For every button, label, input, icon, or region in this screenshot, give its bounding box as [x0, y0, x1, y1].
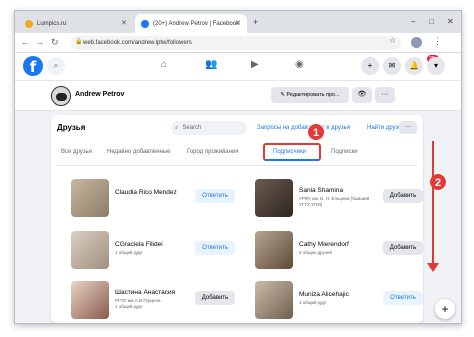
friend-photo[interactable]: [71, 231, 109, 269]
messenger-icon[interactable]: ✉: [383, 57, 401, 75]
create-icon[interactable]: +: [361, 57, 379, 75]
friends-search-input[interactable]: ⌕ Search: [171, 121, 247, 135]
tab-title: Lumpics.ru: [37, 20, 67, 27]
friends-title: Друзья: [57, 123, 86, 132]
browser-menu-icon[interactable]: ⋮: [433, 36, 442, 47]
list-item: CGraciela Filidei 1 общий друг Ответить: [71, 231, 241, 271]
browser-tab-lumpics[interactable]: Lumpics.ru ✕: [19, 14, 133, 33]
avatar[interactable]: [51, 86, 71, 106]
bookmark-star-icon[interactable]: ☆: [389, 36, 396, 45]
close-tab-icon[interactable]: ✕: [121, 19, 127, 27]
groups-icon[interactable]: ◉: [295, 59, 304, 70]
maximize-button[interactable]: □: [429, 17, 434, 26]
close-window-button[interactable]: ✕: [447, 17, 454, 26]
browser-window: Lumpics.ru ✕ (20+) Andrew Petrov | Faceb…: [14, 10, 462, 324]
list-item: Muniza Alicehajic 1 общий друг Ответить: [255, 281, 425, 321]
friend-name[interactable]: CGraciela Filidei: [115, 241, 163, 248]
tab-recently-added[interactable]: Недавно добавленные: [107, 149, 171, 155]
respond-button[interactable]: Ответить: [195, 189, 235, 203]
lumpics-favicon-icon: [25, 19, 33, 28]
friend-subtitle: 5 общих друзей: [299, 250, 332, 255]
tab-all-friends[interactable]: Все друзья: [61, 149, 92, 155]
friend-subtitle: РГПУ им.А.И.Герцена 1 общий друг: [115, 298, 161, 309]
close-tab-icon[interactable]: ✕: [235, 19, 241, 27]
friends-card: Друзья ⌕ Search Запросы на добавление в …: [51, 115, 423, 323]
friend-subtitle: УРФУ им. Б. Н. Ельцина (бывший УГТУ-УПИ): [299, 196, 370, 207]
add-friend-button[interactable]: Добавить: [383, 241, 423, 255]
friend-photo[interactable]: [71, 281, 109, 319]
respond-button[interactable]: Ответить: [195, 241, 235, 255]
new-tab-button[interactable]: +: [253, 17, 258, 27]
facebook-favicon-icon: [141, 19, 149, 28]
friend-photo[interactable]: [255, 179, 293, 217]
edit-profile-label: Редактировать про...: [286, 92, 340, 98]
forward-icon[interactable]: →: [35, 37, 44, 47]
profile-name[interactable]: Andrew Petrov: [75, 91, 124, 98]
friend-name[interactable]: Шастина Анастасия: [115, 289, 175, 296]
tab-title: (20+) Andrew Petrov | Facebook: [153, 20, 240, 27]
friend-photo[interactable]: [255, 231, 293, 269]
tab-hometown[interactable]: Город проживания: [187, 149, 239, 155]
list-item: Cathy Mierendorf 5 общих друзей Добавить: [255, 231, 425, 271]
browser-tab-facebook[interactable]: (20+) Andrew Petrov | Facebook ✕: [135, 14, 247, 33]
tab-bar: Lumpics.ru ✕ (20+) Andrew Petrov | Faceb…: [15, 11, 461, 33]
minimize-button[interactable]: –: [411, 17, 415, 26]
tab-following[interactable]: Подписки: [331, 149, 358, 155]
active-tab-underline: [265, 159, 319, 161]
list-item: Шастина Анастасия РГПУ им.А.И.Герцена 1 …: [71, 281, 241, 321]
new-message-button[interactable]: +: [435, 299, 455, 319]
profile-header: Andrew Petrov ✎ Редактировать про... 👁 ·…: [15, 81, 461, 111]
friend-name[interactable]: Claudia Rico Mendez: [115, 189, 177, 196]
address-bar: ← → ↻ 🔒 web.facebook.com/andrew.lptw/fol…: [15, 33, 461, 53]
friend-photo[interactable]: [255, 281, 293, 319]
url-text: web.facebook.com/andrew.lptw/followers: [83, 40, 192, 46]
add-friend-button[interactable]: Добавить: [383, 189, 423, 203]
notifications-bell-icon[interactable]: 🔔: [405, 57, 423, 75]
friend-subtitle: 1 общий друг: [115, 250, 143, 255]
profile-more-button[interactable]: ···: [375, 87, 395, 103]
friend-subtitle: 1 общий друг: [299, 300, 327, 305]
browser-profile-avatar[interactable]: [411, 37, 422, 48]
account-chevron-down-icon[interactable]: ▾: [427, 57, 445, 75]
step-1-marker: 1: [307, 123, 325, 141]
lock-icon: 🔒: [75, 39, 83, 45]
home-icon[interactable]: ⌂: [161, 59, 167, 70]
facebook-top-nav: f ⌕ ⌂ 👥 ▶ ◉ + ✉ 🔔 20+ ▾: [15, 53, 461, 81]
friend-name[interactable]: Cathy Mierendorf: [299, 241, 349, 248]
view-as-button[interactable]: 👁: [352, 87, 372, 103]
respond-button[interactable]: Ответить: [383, 291, 423, 305]
friend-name[interactable]: Muniza Alicehajic: [299, 291, 349, 298]
reload-icon[interactable]: ↻: [51, 37, 59, 48]
add-friend-button[interactable]: Добавить: [195, 291, 235, 305]
divider: [57, 165, 417, 166]
facebook-logo-icon[interactable]: f: [23, 56, 43, 76]
friends-icon[interactable]: 👥: [205, 59, 217, 70]
friends-more-button[interactable]: ···: [399, 121, 417, 134]
friend-photo[interactable]: [71, 179, 109, 217]
scroll-arrow-line: [432, 141, 434, 265]
search-icon[interactable]: ⌕: [47, 57, 65, 75]
edit-profile-button[interactable]: ✎ Редактировать про...: [271, 87, 349, 103]
search-placeholder: Search: [182, 125, 202, 131]
search-icon: ⌕: [175, 124, 179, 131]
back-icon[interactable]: ←: [21, 37, 30, 47]
scroll-arrow-head: [427, 263, 439, 272]
url-field[interactable]: 🔒 web.facebook.com/andrew.lptw/followers: [71, 36, 401, 50]
friend-name[interactable]: Sania Shamina: [299, 187, 343, 194]
list-item: Claudia Rico Mendez Ответить: [71, 179, 241, 219]
list-item: Sania Shamina УРФУ им. Б. Н. Ельцина (бы…: [255, 179, 425, 219]
eye-icon: 👁: [357, 91, 367, 98]
plus-icon: +: [441, 302, 449, 316]
friend-requests-link[interactable]: Запросы на добавление в друзья: [257, 125, 350, 131]
watch-icon[interactable]: ▶: [251, 59, 259, 70]
